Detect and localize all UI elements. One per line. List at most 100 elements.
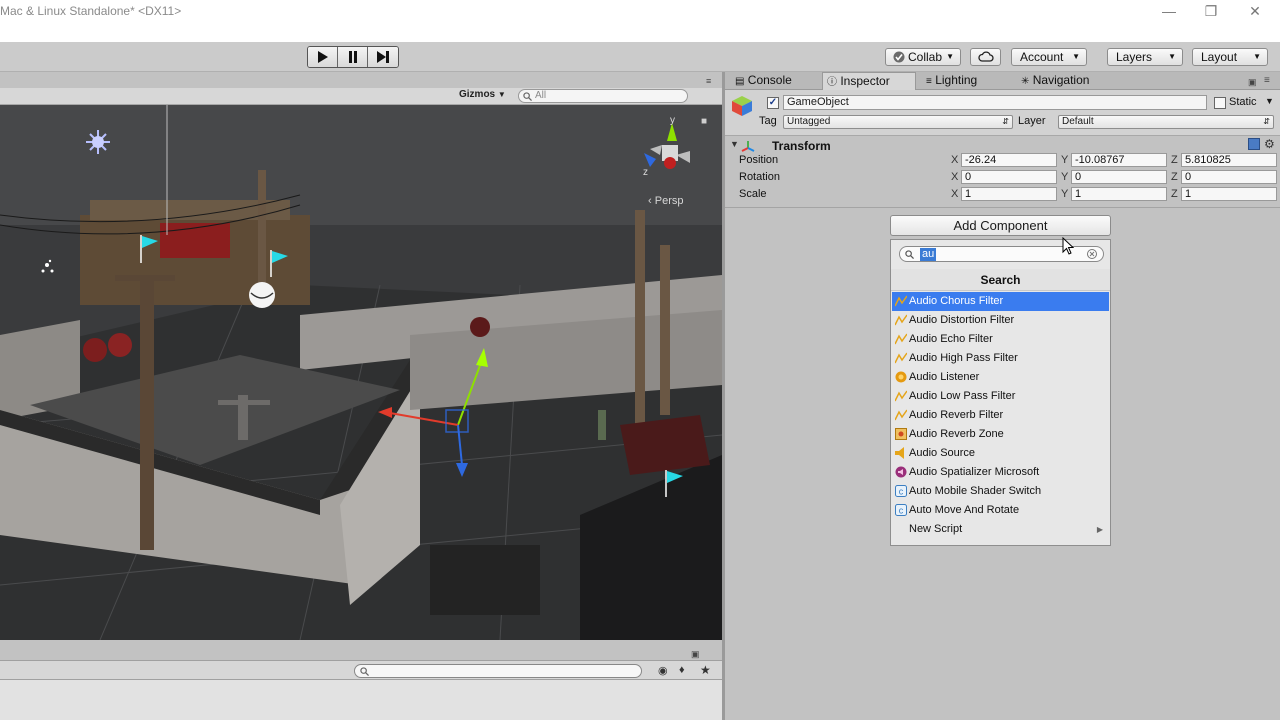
audio-listener-icon	[895, 371, 907, 383]
project-search-input[interactable]	[354, 664, 642, 678]
script-icon: c	[895, 485, 907, 497]
component-item-auto-mobile-shader-switch[interactable]: c Auto Mobile Shader Switch	[892, 482, 1109, 501]
component-item-audio-distortion-filter[interactable]: Audio Distortion Filter	[892, 311, 1109, 330]
lock-icon[interactable]: ▣	[1248, 77, 1257, 88]
scene-tab-bar: ≡	[0, 72, 722, 88]
project-panel	[0, 680, 722, 720]
chevron-down-icon: ▼	[946, 52, 954, 61]
step-button[interactable]	[368, 47, 398, 67]
rotation-z-field[interactable]: 0	[1181, 170, 1277, 184]
layout-dropdown[interactable]: Layout ▼	[1192, 48, 1268, 66]
layer-dropdown[interactable]: Default ⇵	[1058, 115, 1274, 129]
scale-row: Scale X 1 Y 1 Z 1	[725, 186, 1280, 203]
play-button[interactable]	[308, 47, 338, 67]
gameobject-name-field[interactable]: GameObject	[783, 95, 1207, 110]
scene-search-input[interactable]: All	[518, 89, 688, 103]
minimize-icon[interactable]: —	[1146, 2, 1192, 24]
account-dropdown[interactable]: Account ▼	[1011, 48, 1087, 66]
scale-y-field[interactable]: 1	[1071, 187, 1167, 201]
filter-by-label-icon[interactable]: ♦	[679, 664, 685, 676]
audio-filter-icon	[895, 409, 907, 421]
add-component-button[interactable]: Add Component	[890, 215, 1111, 236]
layers-dropdown[interactable]: Layers ▼	[1107, 48, 1183, 66]
audio-filter-icon	[895, 390, 907, 402]
static-checkbox[interactable]	[1214, 97, 1226, 109]
favorites-star-icon[interactable]: ★	[700, 663, 711, 677]
tag-dropdown[interactable]: Untagged ⇵	[783, 115, 1013, 129]
active-checkbox[interactable]: ✓	[767, 97, 779, 109]
gizmos-label: Gizmos	[459, 89, 496, 100]
scale-label: Scale	[739, 188, 767, 200]
position-x-field[interactable]: -26.24	[961, 153, 1057, 167]
component-item-audio-reverb-zone[interactable]: Audio Reverb Zone	[892, 425, 1109, 444]
component-item-label: Audio Distortion Filter	[909, 314, 1015, 326]
tab-navigation[interactable]: ✳ Navigation	[1017, 72, 1117, 90]
component-item-auto-move-and-rotate[interactable]: c Auto Move And Rotate	[892, 501, 1109, 520]
component-divider	[725, 207, 1280, 208]
view-mode-label[interactable]: ‹ Persp	[648, 195, 683, 207]
panel-menu-icon[interactable]: ≡	[706, 76, 711, 86]
component-item-audio-low-pass-filter[interactable]: Audio Low Pass Filter	[892, 387, 1109, 406]
component-item-label: New Script	[909, 523, 963, 535]
collab-label: Collab	[908, 50, 943, 64]
collab-button[interactable]: Collab ▼	[885, 48, 961, 66]
chevron-updown-icon: ⇵	[1263, 117, 1270, 126]
component-item-audio-high-pass-filter[interactable]: Audio High Pass Filter	[892, 349, 1109, 368]
rotation-y-field[interactable]: 0	[1071, 170, 1167, 184]
panel-menu-icon[interactable]: ≡	[1264, 75, 1270, 86]
scene-search-placeholder: All	[535, 90, 547, 101]
tab-inspector[interactable]: ⓘ Inspector	[822, 72, 916, 90]
component-item-label: Audio Reverb Zone	[909, 428, 1004, 440]
restore-icon[interactable]: ❐	[1188, 2, 1234, 24]
console-icon: ▤	[735, 76, 745, 87]
rotation-label: Rotation	[739, 171, 780, 183]
gameobject-cube-icon	[732, 96, 752, 116]
lock-icon[interactable]: ■	[701, 116, 707, 127]
component-item-audio-reverb-filter[interactable]: Audio Reverb Filter	[892, 406, 1109, 425]
rotation-x-field[interactable]: 0	[961, 170, 1057, 184]
lock-icon[interactable]: ▣	[691, 649, 700, 660]
scene-toolbar: Gizmos ▼ All	[0, 88, 722, 105]
layers-label: Layers	[1116, 50, 1153, 64]
gizmos-dropdown[interactable]: Gizmos ▼	[459, 89, 506, 100]
tab-inspector-label: Inspector	[840, 74, 890, 88]
component-item-new-script[interactable]: New Script ▶	[892, 520, 1109, 539]
close-icon[interactable]: ✕	[1232, 2, 1278, 24]
pause-button[interactable]	[338, 47, 368, 67]
scale-z-field[interactable]: 1	[1181, 187, 1277, 201]
component-item-audio-listener[interactable]: Audio Listener	[892, 368, 1109, 387]
chevron-down-icon: ▼	[497, 90, 506, 99]
checkmark-icon	[893, 51, 905, 63]
main-toolbar: Collab ▼ Account ▼ Layers ▼ Layout ▼	[0, 42, 1280, 72]
scene-viewport[interactable]: y z ■ ‹ Persp	[0, 105, 722, 640]
foldout-arrow-icon[interactable]: ▼	[730, 139, 739, 149]
component-item-audio-chorus-filter[interactable]: Audio Chorus Filter	[892, 292, 1109, 311]
component-item-audio-source[interactable]: Audio Source	[892, 444, 1109, 463]
chevron-right-icon: ▶	[1096, 525, 1103, 534]
pause-icon	[348, 51, 357, 63]
tab-console[interactable]: ▤ Console	[731, 72, 819, 90]
reference-help-icon[interactable]	[1248, 138, 1260, 150]
audio-filter-icon	[895, 314, 907, 326]
scale-x-field[interactable]: 1	[961, 187, 1057, 201]
cloud-button[interactable]	[970, 48, 1001, 66]
chevron-down-icon[interactable]: ▼	[1265, 96, 1274, 106]
gear-icon[interactable]: ⚙	[1264, 137, 1275, 151]
svg-text:c: c	[899, 487, 904, 497]
position-z-field[interactable]: 5.810825	[1181, 153, 1277, 167]
component-item-label: Audio Source	[909, 447, 976, 459]
component-item-audio-spatializer-microsoft[interactable]: Audio Spatializer Microsoft	[892, 463, 1109, 482]
axis-x-label: X	[951, 154, 959, 166]
play-controls	[307, 46, 399, 68]
axis-y-label: Y	[1061, 171, 1069, 183]
component-item-audio-echo-filter[interactable]: Audio Echo Filter	[892, 330, 1109, 349]
audio-filter-icon	[895, 333, 907, 345]
filter-by-type-icon[interactable]: ◉	[658, 664, 668, 677]
tab-lighting[interactable]: ≡ Lighting	[922, 72, 1008, 90]
tag-label: Tag	[759, 115, 777, 127]
tab-lighting-label: Lighting	[935, 73, 978, 87]
info-icon: ⓘ	[827, 77, 837, 88]
clear-search-icon[interactable]	[1087, 249, 1097, 259]
position-y-field[interactable]: -10.08767	[1071, 153, 1167, 167]
project-toolbar: ◉ ♦ ★ ▣	[0, 649, 722, 680]
